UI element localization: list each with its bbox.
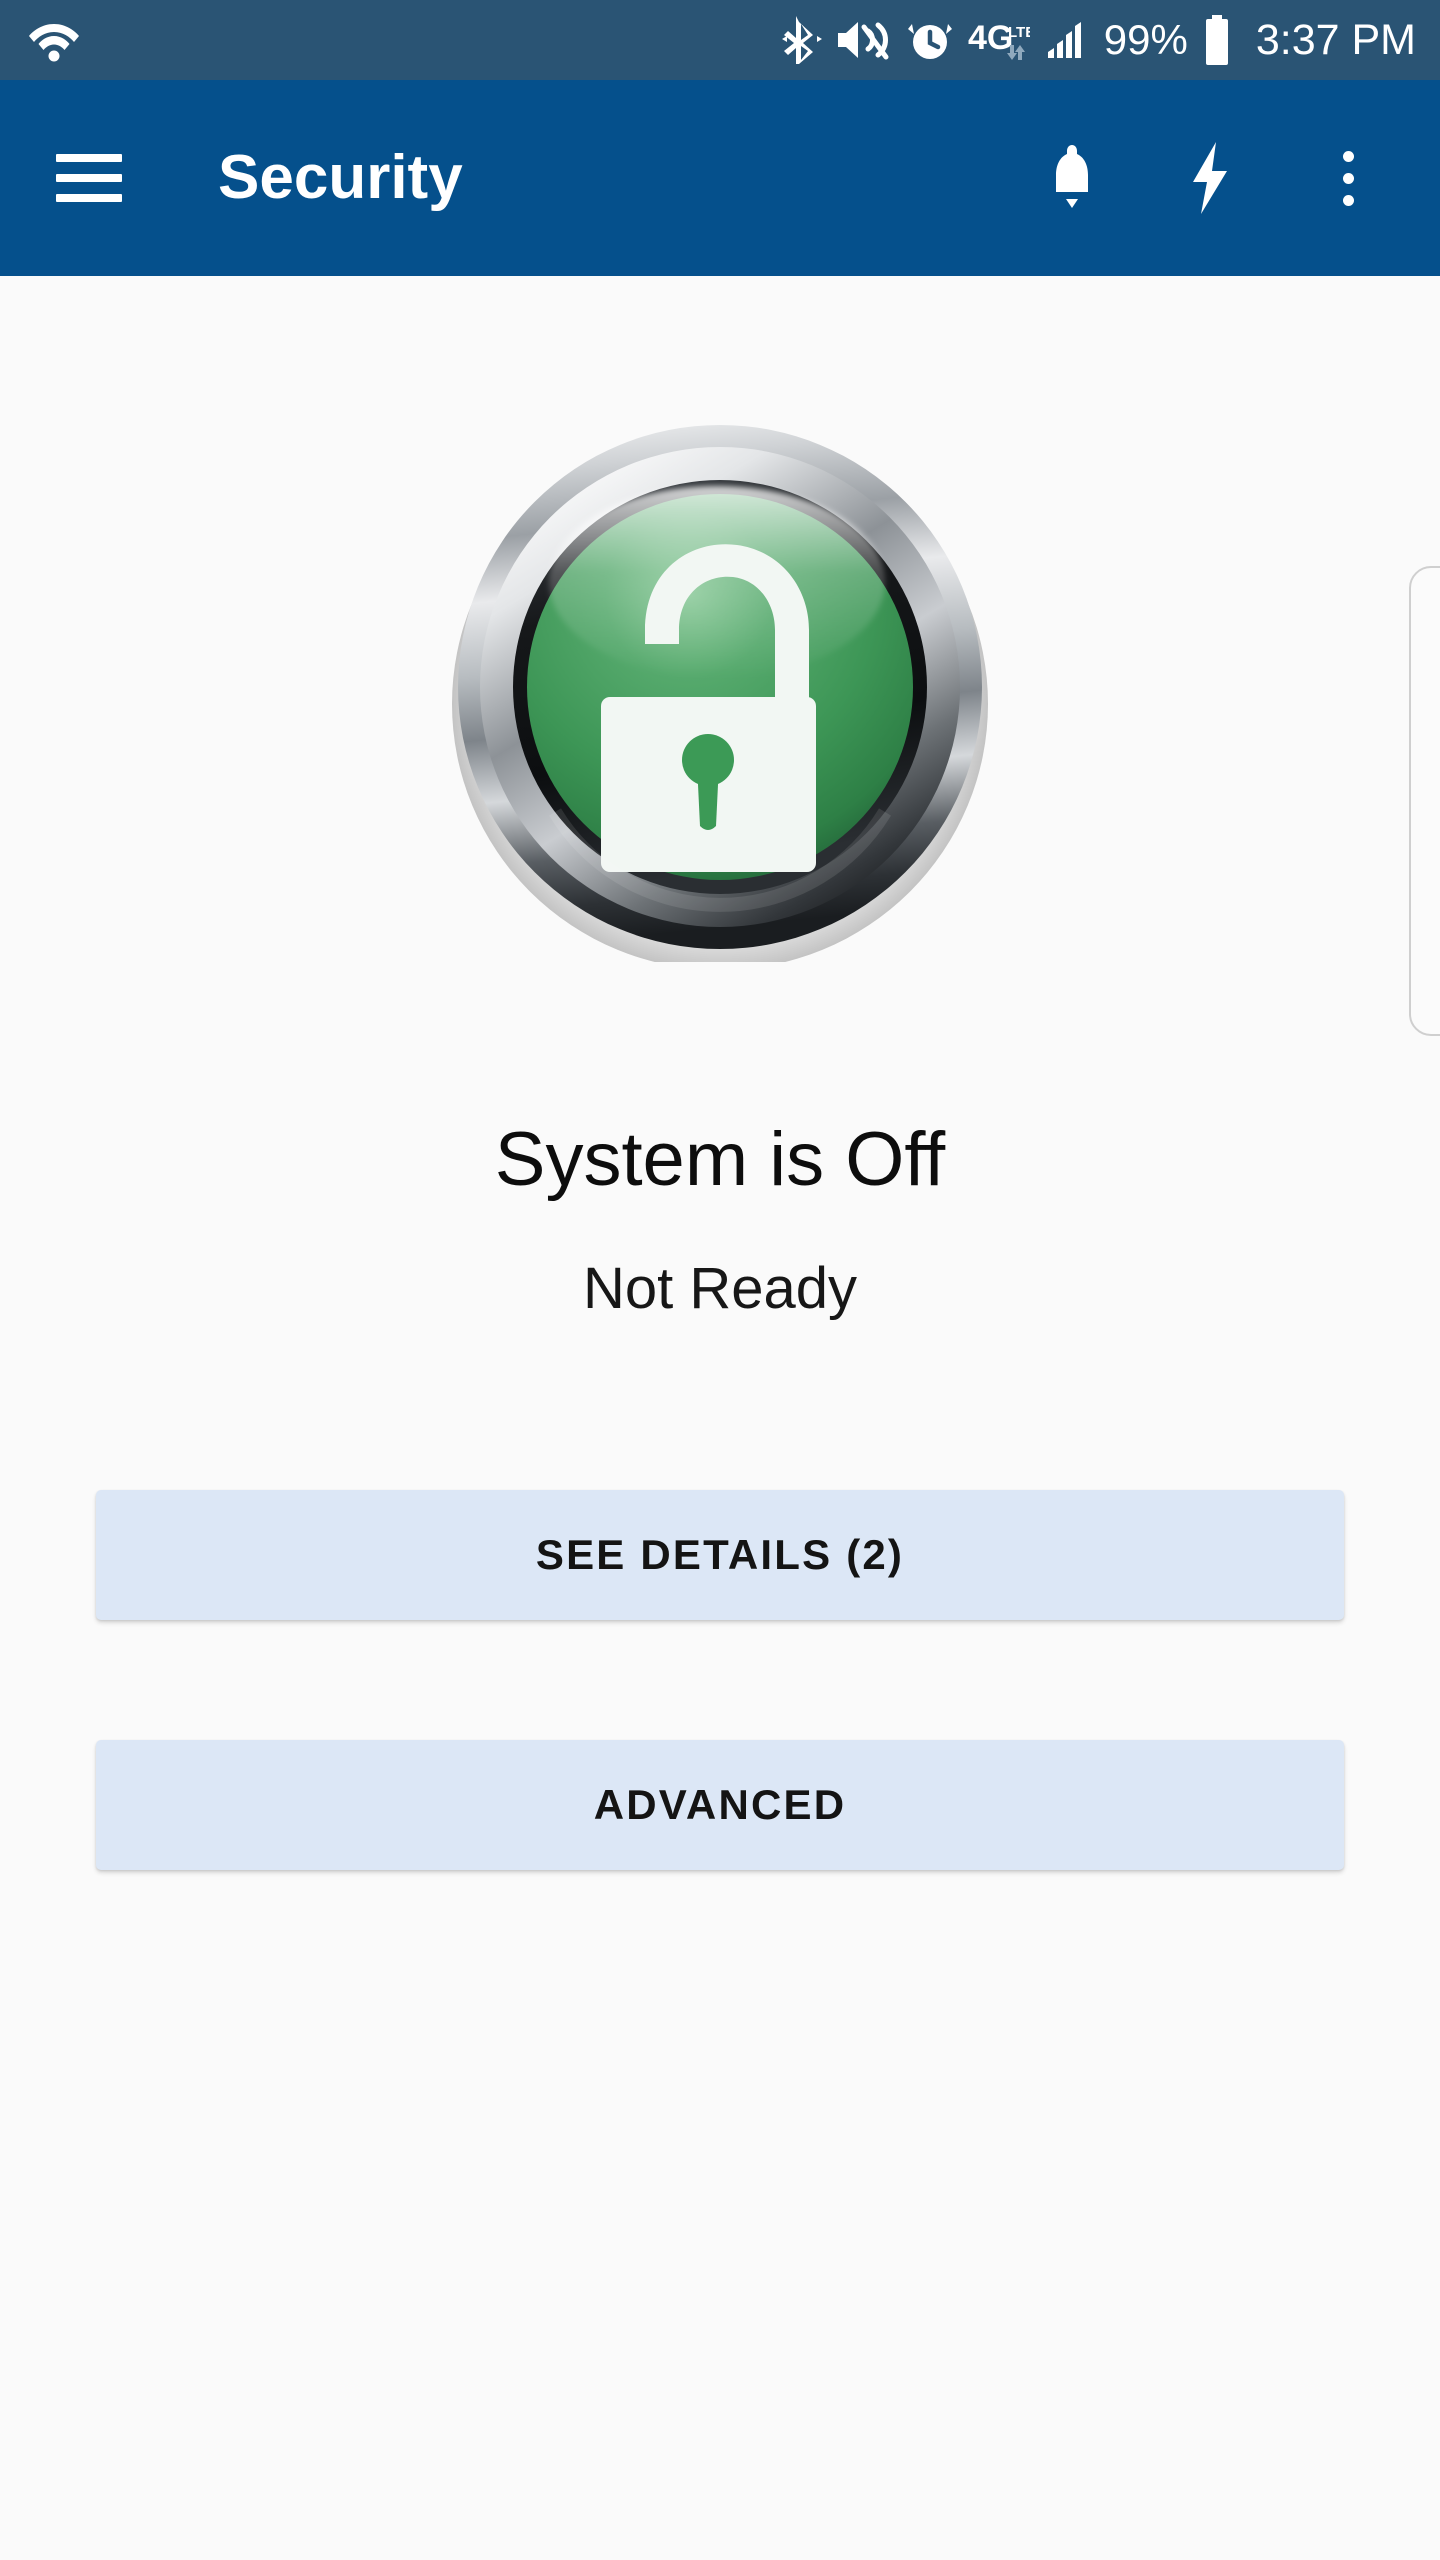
open-padlock-icon[interactable]	[445, 412, 995, 970]
bluetooth-icon	[781, 14, 822, 66]
system-status-title: System is Off	[494, 1117, 946, 1202]
overflow-menu-icon[interactable]	[1310, 140, 1386, 216]
main-content: System is Off Not Ready SEE DETAILS (2) …	[0, 276, 1440, 2560]
clock-label: 3:37 PM	[1255, 15, 1416, 64]
svg-text:LTE: LTE	[1008, 24, 1030, 41]
advanced-button[interactable]: ADVANCED	[96, 1740, 1344, 1870]
offscreen-panel-edge	[1409, 566, 1440, 1036]
wifi-icon	[28, 18, 80, 62]
alarm-clock-icon	[906, 16, 954, 64]
svg-text:4G: 4G	[968, 19, 1013, 57]
app-bar-actions	[1034, 140, 1386, 216]
status-bar-right: 4G LTE 99%	[781, 14, 1416, 66]
battery-percent-label: 99%	[1103, 16, 1188, 63]
battery-full-icon	[1202, 15, 1232, 65]
network-type-icon: 4G LTE	[968, 15, 1030, 65]
lightning-bolt-icon[interactable]	[1172, 140, 1248, 216]
cellular-signal-icon	[1044, 18, 1090, 62]
vibrate-mute-icon	[836, 17, 892, 63]
app-bar: Security	[0, 80, 1440, 276]
system-status-subtitle: Not Ready	[582, 1256, 858, 1321]
page-title: Security	[218, 143, 463, 212]
hamburger-menu-icon[interactable]	[56, 154, 122, 202]
phone-screen: 4G LTE 99%	[0, 0, 1440, 2560]
security-system-toggle-button[interactable]	[445, 412, 995, 970]
see-details-button[interactable]: SEE DETAILS (2)	[96, 1490, 1344, 1620]
status-bar-left	[28, 18, 80, 62]
notifications-bell-icon[interactable]	[1034, 140, 1110, 216]
status-bar: 4G LTE 99%	[0, 0, 1440, 80]
